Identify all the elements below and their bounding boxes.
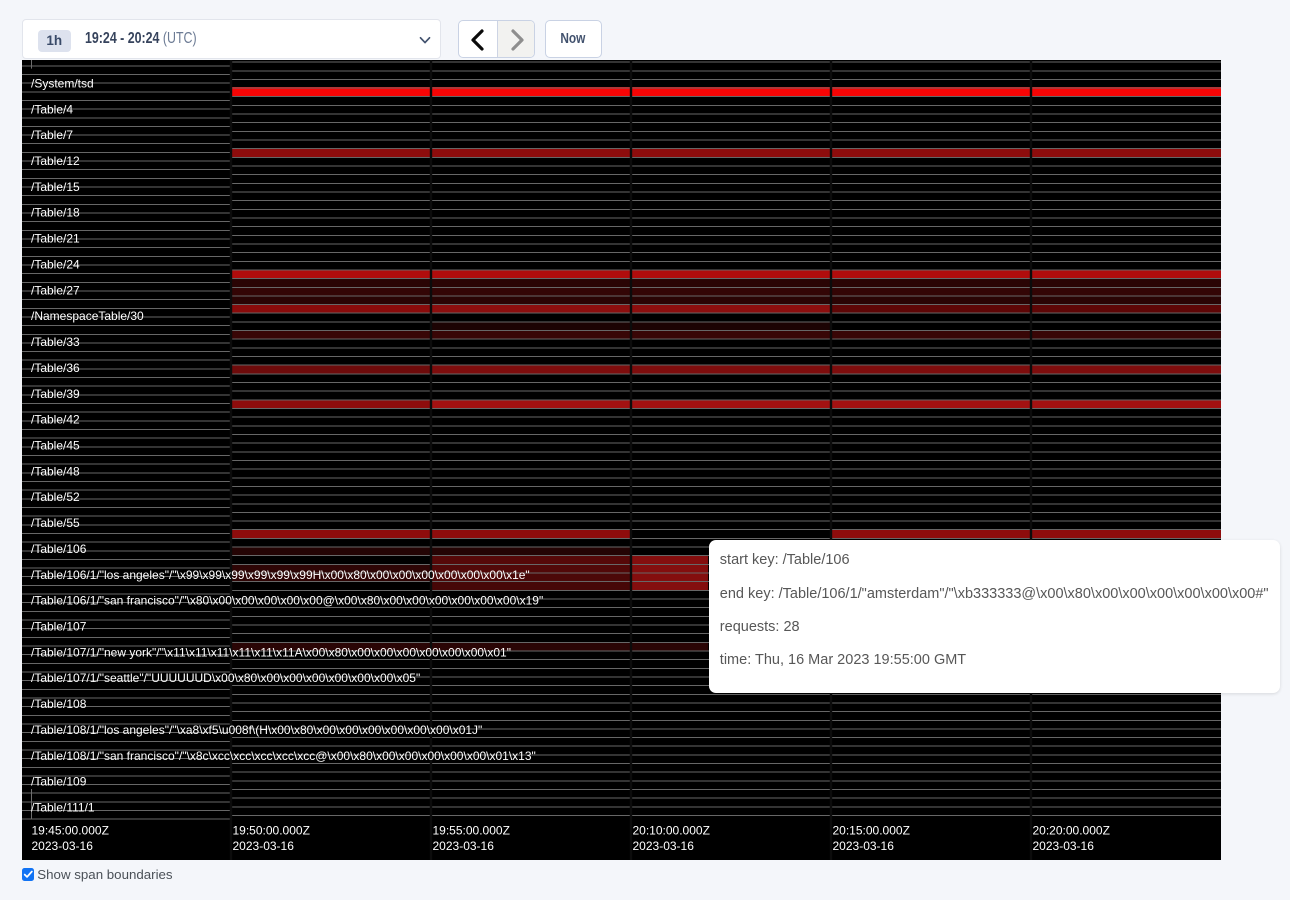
svg-text:/Table/15: /Table/15 (31, 180, 80, 194)
svg-text:19:55:00.000Z: 19:55:00.000Z (433, 824, 510, 838)
svg-text:/System/tsd: /System/tsd (31, 76, 94, 90)
svg-text:/Table/36: /Table/36 (31, 361, 80, 375)
svg-text:/Table/111/1: /Table/111/1 (31, 801, 95, 815)
svg-text:20:15:00.000Z: 20:15:00.000Z (833, 824, 910, 838)
svg-text:/Table/33: /Table/33 (31, 335, 80, 349)
svg-text:/Table/109: /Table/109 (31, 775, 87, 789)
svg-text:/Table/107/1/"new york"/"\x11\: /Table/107/1/"new york"/"\x11\x11\x11\x1… (31, 645, 511, 659)
svg-text:/Table/52: /Table/52 (31, 490, 80, 504)
svg-text:/Table/4: /Table/4 (31, 102, 73, 116)
svg-text:/Table/106: /Table/106 (31, 542, 87, 556)
svg-text:/Table/107/1/"seattle"/"UUUUUU: /Table/107/1/"seattle"/"UUUUUUD\x00\x80\… (31, 671, 420, 685)
svg-text:/Table/7: /Table/7 (31, 128, 73, 142)
svg-text:2023-03-16: 2023-03-16 (233, 839, 295, 853)
svg-text:/Table/108/1/"los angeles"/"\x: /Table/108/1/"los angeles"/"\xa8\xf5\u00… (31, 723, 482, 737)
svg-text:/Table/55: /Table/55 (31, 516, 80, 530)
svg-text:/Table/39: /Table/39 (31, 387, 80, 401)
svg-text:2023-03-16: 2023-03-16 (1033, 839, 1095, 853)
svg-text:/Table/24: /Table/24 (31, 257, 80, 271)
svg-text:/Table/45: /Table/45 (31, 438, 80, 452)
svg-text:/NamespaceTable/30: /NamespaceTable/30 (31, 309, 144, 323)
svg-text:/Table/48: /Table/48 (31, 464, 80, 478)
svg-text:/Table/106/1/"san francisco"/": /Table/106/1/"san francisco"/"\x80\x00\x… (31, 594, 543, 608)
svg-text:19:45:00.000Z: 19:45:00.000Z (32, 824, 109, 838)
svg-text:/Table/27: /Table/27 (31, 283, 80, 297)
svg-text:2023-03-16: 2023-03-16 (833, 839, 895, 853)
svg-text:19:50:00.000Z: 19:50:00.000Z (233, 824, 310, 838)
svg-text:/Table/108/1/"san francisco"/": /Table/108/1/"san francisco"/"\x8c\xcc\x… (31, 749, 536, 763)
svg-text:/Table/108: /Table/108 (31, 697, 87, 711)
svg-text:/Table/106/1/"los angeles"/"\x: /Table/106/1/"los angeles"/"\x99\x99\x99… (31, 568, 530, 582)
svg-text:2023-03-16: 2023-03-16 (32, 839, 94, 853)
svg-text:/Table/42: /Table/42 (31, 413, 80, 427)
svg-text:2023-03-16: 2023-03-16 (633, 839, 695, 853)
svg-text:/Table/12: /Table/12 (31, 154, 80, 168)
svg-text:2023-03-16: 2023-03-16 (433, 839, 495, 853)
svg-text:/Table/21: /Table/21 (31, 232, 80, 246)
svg-text:20:20:00.000Z: 20:20:00.000Z (1033, 824, 1110, 838)
svg-text:20:10:00.000Z: 20:10:00.000Z (633, 824, 710, 838)
svg-text:/Table/18: /Table/18 (31, 206, 80, 220)
svg-text:/Table/107: /Table/107 (31, 620, 87, 634)
